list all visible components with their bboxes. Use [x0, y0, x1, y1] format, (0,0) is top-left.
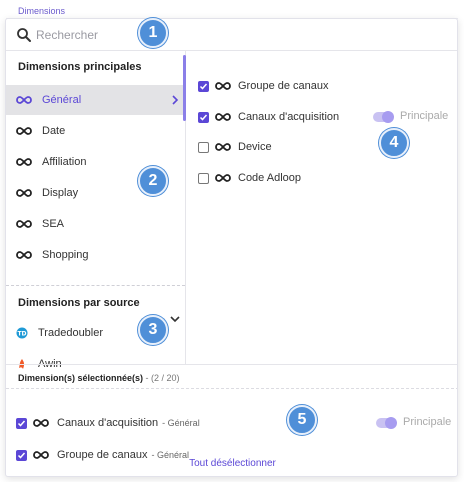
- category-label: Date: [42, 125, 66, 137]
- dimension-options: Groupe de canaux Canaux d'acquisition Pr…: [186, 51, 457, 364]
- search-bar: [6, 19, 457, 51]
- dimension-option[interactable]: Groupe de canaux: [198, 76, 453, 96]
- search-input[interactable]: [36, 25, 336, 45]
- infinity-icon: [16, 127, 32, 135]
- selected-divider: [6, 388, 457, 389]
- infinity-icon: [33, 419, 49, 427]
- source-label: Tradedoubler: [38, 327, 104, 339]
- principal-toggle[interactable]: [376, 417, 397, 429]
- dimension-label: Code Adloop: [238, 172, 301, 184]
- selected-dimensions: Dimension(s) sélectionnée(s) - (2 / 20) …: [6, 364, 457, 476]
- principal-section-title: Dimensions principales: [18, 61, 142, 73]
- checkbox-checked[interactable]: [16, 417, 27, 429]
- selected-title-text: Dimension(s) sélectionnée(s): [18, 373, 144, 383]
- checkbox-unchecked[interactable]: [198, 141, 209, 153]
- principal-toggle[interactable]: [373, 111, 394, 123]
- dimension-option[interactable]: Code Adloop: [198, 168, 453, 188]
- top-label: Dimensions: [18, 6, 66, 16]
- checkbox-checked[interactable]: [198, 111, 209, 123]
- infinity-icon: [215, 82, 231, 90]
- infinity-icon: [16, 251, 32, 259]
- category-label: Shopping: [42, 249, 89, 261]
- category-label: Affiliation: [42, 156, 87, 168]
- infinity-icon: [16, 189, 32, 197]
- infinity-icon: [215, 143, 231, 151]
- infinity-icon: [16, 220, 32, 228]
- category-label: Général: [42, 94, 82, 106]
- dimension-label: Canaux d'acquisition: [238, 111, 340, 123]
- annotation-badge-4: 4: [379, 128, 409, 158]
- dimension-label: Groupe de canaux: [238, 80, 329, 92]
- annotation-badge-5: 5: [287, 405, 317, 435]
- infinity-icon: [215, 174, 231, 182]
- checkbox-unchecked[interactable]: [198, 172, 209, 184]
- deselect-all-link[interactable]: Tout désélectionner: [6, 458, 457, 469]
- dimension-label: Device: [238, 141, 272, 153]
- category-general[interactable]: Général: [6, 85, 185, 115]
- svg-text:TD: TD: [17, 331, 26, 338]
- search-icon: [17, 28, 31, 42]
- infinity-icon: [16, 158, 32, 166]
- category-label: SEA: [42, 218, 65, 230]
- selected-title: Dimension(s) sélectionnée(s) - (2 / 20): [18, 373, 180, 383]
- annotation-badge-1: 1: [138, 18, 168, 48]
- sources-section-title: Dimensions par source: [18, 297, 140, 309]
- dimension-option[interactable]: Device: [198, 137, 453, 157]
- category-date[interactable]: Date: [6, 116, 185, 146]
- category-sea[interactable]: SEA: [6, 209, 185, 239]
- principal-toggle-label: Principale: [403, 416, 452, 428]
- principal-toggle-label: Principale: [400, 110, 449, 122]
- tradedoubler-logo: TD: [16, 327, 28, 339]
- annotation-badge-3: 3: [138, 315, 168, 345]
- checkbox-checked[interactable]: [198, 80, 209, 92]
- category-label: Display: [42, 187, 79, 199]
- infinity-icon: [16, 96, 32, 104]
- section-divider: [6, 285, 185, 286]
- infinity-icon: [215, 113, 231, 121]
- selected-suffix: - Général: [162, 418, 200, 428]
- annotation-badge-2: 2: [138, 166, 168, 196]
- dimensions-panel: Dimensions principales Général Date Affi…: [5, 18, 458, 477]
- chevron-right-icon: [172, 95, 179, 105]
- selected-label: Canaux d'acquisition: [57, 417, 159, 429]
- category-shopping[interactable]: Shopping: [6, 240, 185, 270]
- selected-count: - (2 / 20): [143, 373, 180, 383]
